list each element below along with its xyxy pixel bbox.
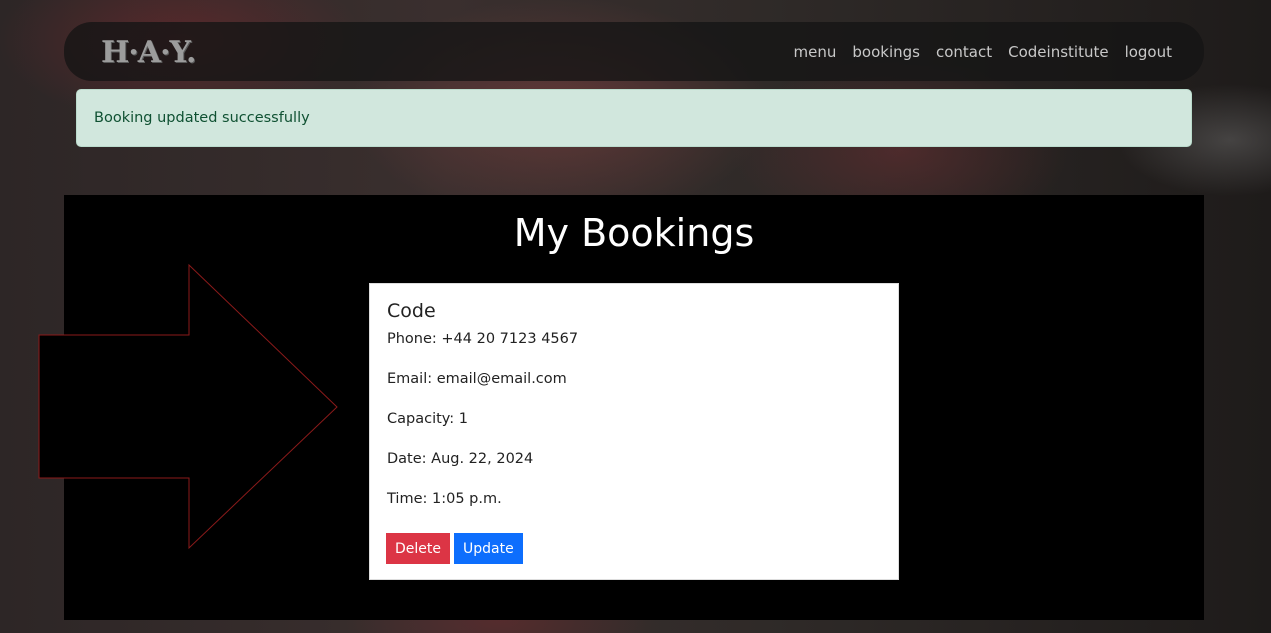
nav-link-user[interactable]: Codeinstitute xyxy=(1008,40,1108,64)
brand-logo[interactable]: H·A·Y. xyxy=(101,35,197,71)
nav-link-logout[interactable]: logout xyxy=(1125,40,1172,64)
nav-link-bookings[interactable]: bookings xyxy=(852,40,920,64)
booking-card: Code Phone: +44 20 7123 4567 Email: emai… xyxy=(369,283,899,580)
booking-phone: Phone: +44 20 7123 4567 xyxy=(387,331,579,347)
update-button[interactable]: Update xyxy=(454,533,523,564)
booking-capacity: Capacity: 1 xyxy=(387,411,469,427)
booking-actions: Delete Update xyxy=(386,533,523,564)
booking-time: Time: 1:05 p.m. xyxy=(387,491,502,507)
delete-button[interactable]: Delete xyxy=(386,533,450,564)
navbar: H·A·Y. menu bookings contact Codeinstitu… xyxy=(64,22,1204,81)
nav-link-menu[interactable]: menu xyxy=(794,40,837,64)
page-title: My Bookings xyxy=(513,211,755,255)
success-alert: Booking updated successfully xyxy=(76,89,1192,147)
nav-link-contact[interactable]: contact xyxy=(936,40,992,64)
booking-date: Date: Aug. 22, 2024 xyxy=(387,451,534,467)
nav-links: menu bookings contact Codeinstitute logo… xyxy=(794,40,1172,64)
bookings-panel: My Bookings Code Phone: +44 20 7123 4567… xyxy=(38,195,1204,620)
booking-name: Code xyxy=(387,300,436,322)
booking-email: Email: email@email.com xyxy=(387,371,567,387)
arrow-right-icon xyxy=(38,264,338,550)
